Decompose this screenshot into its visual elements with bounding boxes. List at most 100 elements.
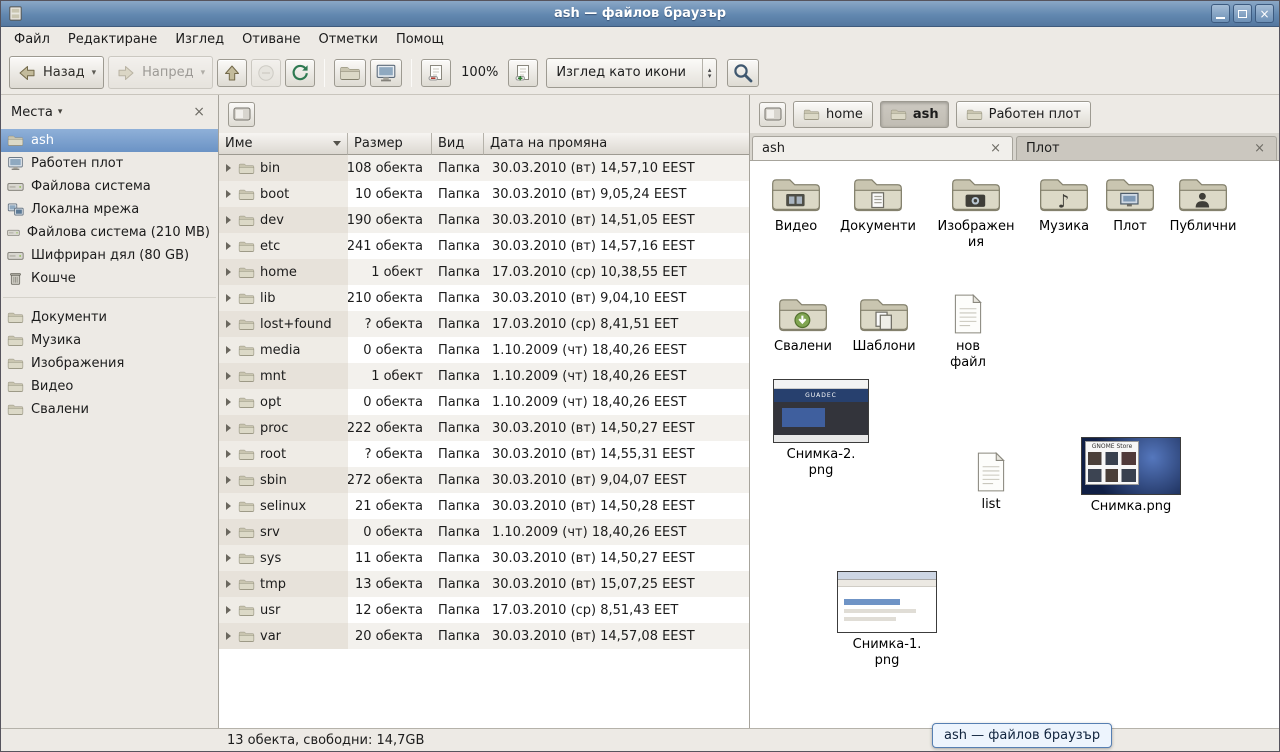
- maximize-button[interactable]: [1233, 4, 1252, 23]
- expander-icon[interactable]: [226, 606, 231, 614]
- icon-view-item[interactable]: Шаблони: [848, 293, 920, 355]
- minimize-button[interactable]: [1211, 4, 1230, 23]
- icon-view-item[interactable]: Плот: [1099, 173, 1161, 235]
- expander-icon[interactable]: [226, 346, 231, 354]
- stop-button[interactable]: [251, 59, 281, 87]
- expander-icon[interactable]: [226, 424, 231, 432]
- table-row[interactable]: selinux21 обектаПапка30.03.2010 (вт) 14,…: [219, 493, 749, 519]
- column-header-size[interactable]: Размер: [348, 133, 432, 155]
- icon-view-item[interactable]: Видео: [763, 173, 829, 235]
- table-row[interactable]: root? обектаПапка30.03.2010 (вт) 14,55,3…: [219, 441, 749, 467]
- up-button[interactable]: [217, 59, 247, 87]
- expander-icon[interactable]: [226, 268, 231, 276]
- table-row[interactable]: bin108 обектаПапка30.03.2010 (вт) 14,57,…: [219, 155, 749, 181]
- tab-ash[interactable]: ash×: [752, 136, 1013, 160]
- icon-view-item[interactable]: GUADECСнимка-2.png: [772, 379, 870, 479]
- expander-icon[interactable]: [226, 190, 231, 198]
- place-item[interactable]: Видео: [1, 375, 218, 398]
- table-row[interactable]: boot10 обектаПапка30.03.2010 (вт) 9,05,2…: [219, 181, 749, 207]
- path-button-home[interactable]: home: [793, 101, 873, 128]
- expander-icon[interactable]: [226, 580, 231, 588]
- column-header-name[interactable]: Име: [219, 133, 348, 155]
- zoom-out-button[interactable]: [421, 59, 451, 87]
- forward-button[interactable]: Напред ▾: [108, 56, 213, 89]
- computer-button[interactable]: [370, 59, 402, 87]
- icon-view-item[interactable]: GNOME StoreСнимка.png: [1079, 437, 1183, 515]
- expander-icon[interactable]: [226, 476, 231, 484]
- icon-view-item[interactable]: нов файл: [936, 293, 1000, 371]
- icon-view-item[interactable]: Снимка-1.png: [837, 571, 937, 669]
- table-row[interactable]: lost+found? обектаПапка17.03.2010 (ср) 8…: [219, 311, 749, 337]
- table-row[interactable]: var20 обектаПапка30.03.2010 (вт) 14,57,0…: [219, 623, 749, 649]
- place-item[interactable]: Документи: [1, 306, 218, 329]
- expander-icon[interactable]: [226, 164, 231, 172]
- view-mode-select[interactable]: Изглед като икони ▴▾: [546, 58, 717, 88]
- back-button[interactable]: Назад ▾: [9, 56, 104, 89]
- tab-close-icon[interactable]: ×: [1252, 141, 1267, 156]
- icon-view-item[interactable]: Публични: [1163, 173, 1243, 235]
- table-row[interactable]: home1 обектПапка17.03.2010 (ср) 10,38,55…: [219, 259, 749, 285]
- column-header-date[interactable]: Дата на промяна: [484, 133, 749, 155]
- pane-location-button[interactable]: [228, 102, 255, 127]
- place-item[interactable]: Локална мрежа: [1, 198, 218, 221]
- icon-view-item[interactable]: Свалени: [770, 293, 836, 355]
- expander-icon[interactable]: [226, 502, 231, 510]
- search-button[interactable]: [727, 59, 759, 87]
- table-row[interactable]: sbin272 обектаПапка30.03.2010 (вт) 9,04,…: [219, 467, 749, 493]
- menu-bookmarks[interactable]: Отметки: [309, 29, 386, 50]
- menu-file[interactable]: Файл: [5, 29, 59, 50]
- table-row[interactable]: usr12 обектаПапка17.03.2010 (ср) 8,51,43…: [219, 597, 749, 623]
- place-item[interactable]: Музика: [1, 329, 218, 352]
- table-row[interactable]: sys11 обектаПапка30.03.2010 (вт) 14,50,2…: [219, 545, 749, 571]
- icon-view-item[interactable]: list: [961, 451, 1021, 513]
- menu-help[interactable]: Помощ: [387, 29, 453, 50]
- place-item[interactable]: Свалени: [1, 398, 218, 421]
- place-item[interactable]: ash: [1, 129, 218, 152]
- expander-icon[interactable]: [226, 632, 231, 640]
- pane-location-button[interactable]: [759, 102, 786, 127]
- path-button-ash[interactable]: ash: [880, 101, 949, 128]
- place-item[interactable]: Шифриран дял (80 GB): [1, 244, 218, 267]
- table-row[interactable]: etc241 обектаПапка30.03.2010 (вт) 14,57,…: [219, 233, 749, 259]
- close-button[interactable]: ×: [1255, 4, 1274, 23]
- reload-button[interactable]: [285, 59, 315, 87]
- expander-icon[interactable]: [226, 528, 231, 536]
- expander-icon[interactable]: [226, 320, 231, 328]
- table-row[interactable]: proc222 обектаПапка30.03.2010 (вт) 14,50…: [219, 415, 749, 441]
- menu-view[interactable]: Изглед: [166, 29, 233, 50]
- place-item[interactable]: Изображения: [1, 352, 218, 375]
- zoom-in-button[interactable]: [508, 59, 538, 87]
- place-item[interactable]: Файлова система: [1, 175, 218, 198]
- table-row[interactable]: media0 обектаПапка1.10.2009 (чт) 18,40,2…: [219, 337, 749, 363]
- menu-edit[interactable]: Редактиране: [59, 29, 166, 50]
- places-dropdown-icon[interactable]: ▾: [58, 107, 63, 117]
- place-item[interactable]: Кошче: [1, 267, 218, 290]
- place-item[interactable]: Файлова система (210 MB): [1, 221, 218, 244]
- column-header-type[interactable]: Вид: [432, 133, 484, 155]
- place-item[interactable]: Работен плот: [1, 152, 218, 175]
- expander-icon[interactable]: [226, 450, 231, 458]
- expander-icon[interactable]: [226, 398, 231, 406]
- expander-icon[interactable]: [226, 372, 231, 380]
- icon-view-item[interactable]: Изображения: [935, 173, 1017, 251]
- icon-view-item[interactable]: Документи: [835, 173, 921, 235]
- table-row[interactable]: opt0 обектаПапка1.10.2009 (чт) 18,40,26 …: [219, 389, 749, 415]
- table-row[interactable]: srv0 обектаПапка1.10.2009 (чт) 18,40,26 …: [219, 519, 749, 545]
- back-history-chevron-icon[interactable]: ▾: [92, 68, 97, 78]
- expander-icon[interactable]: [226, 242, 231, 250]
- home-button[interactable]: [334, 59, 366, 87]
- menu-go[interactable]: Отиване: [233, 29, 309, 50]
- places-header[interactable]: Места ▾ ×: [1, 95, 218, 129]
- table-row[interactable]: dev190 обектаПапка30.03.2010 (вт) 14,51,…: [219, 207, 749, 233]
- expander-icon[interactable]: [226, 216, 231, 224]
- tab-plot[interactable]: Плот×: [1016, 136, 1277, 160]
- tab-close-icon[interactable]: ×: [988, 141, 1003, 156]
- expander-icon[interactable]: [226, 294, 231, 302]
- table-row[interactable]: tmp13 обектаПапка30.03.2010 (вт) 15,07,2…: [219, 571, 749, 597]
- expander-icon[interactable]: [226, 554, 231, 562]
- table-row[interactable]: mnt1 обектПапка1.10.2009 (чт) 18,40,26 E…: [219, 363, 749, 389]
- table-row[interactable]: lib210 обектаПапка30.03.2010 (вт) 9,04,1…: [219, 285, 749, 311]
- path-button-desktop[interactable]: Работен плот: [956, 101, 1091, 128]
- close-sidebar-button[interactable]: ×: [190, 104, 208, 120]
- icon-view-item[interactable]: ♪Музика: [1031, 173, 1097, 235]
